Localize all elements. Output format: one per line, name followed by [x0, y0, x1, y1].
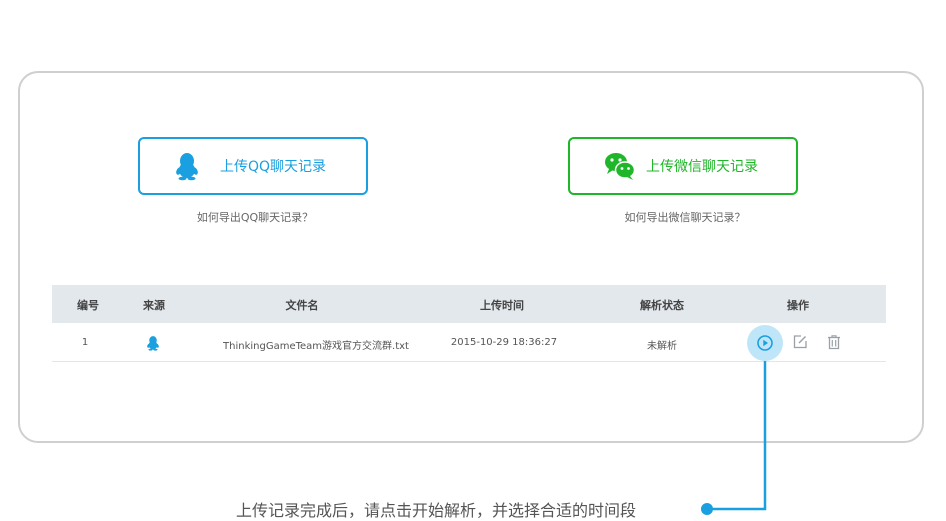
table-header: 编号 来源 文件名 上传时间 解析状态 操作: [52, 285, 886, 323]
row-id: 1: [81, 337, 89, 348]
column-header-filename: 文件名: [285, 299, 319, 312]
play-icon: [757, 335, 773, 351]
row-filename: ThinkingGameTeam游戏官方交流群.txt: [223, 341, 409, 352]
upload-panel: [18, 71, 924, 443]
wechat-icon: [604, 151, 636, 181]
upload-wechat-label: 上传微信聊天记录: [646, 159, 758, 175]
column-header-status: 解析状态: [640, 299, 684, 312]
start-parse-button[interactable]: [747, 325, 783, 361]
qq-export-help-link[interactable]: 如何导出QQ聊天记录？: [140, 209, 370, 225]
row-upload-time: 2015-10-29 18:36:27: [450, 337, 558, 348]
column-header-id: 编号: [77, 299, 99, 312]
wechat-export-help-link[interactable]: 如何导出微信聊天记录？: [570, 209, 800, 225]
upload-qq-label: 上传QQ聊天记录: [220, 159, 327, 175]
trash-icon: [828, 335, 840, 350]
qq-penguin-icon: [145, 334, 161, 355]
delete-button[interactable]: [825, 333, 843, 351]
column-header-upload-time: 上传时间: [480, 299, 524, 312]
column-header-actions: 操作: [787, 299, 809, 312]
edit-icon: [793, 335, 807, 349]
connector-dot: [701, 503, 713, 515]
upload-wechat-button[interactable]: 上传微信聊天记录: [568, 137, 798, 195]
upload-qq-button[interactable]: 上传QQ聊天记录: [138, 137, 368, 195]
hint-text: 上传记录完成后，请点击开始解析，并选择合适的时间段: [236, 501, 637, 520]
qq-penguin-icon: [172, 151, 202, 181]
column-header-source: 来源: [143, 299, 165, 312]
table-row: 1 ThinkingGameTeam游戏官方交流群.txt 2015-10-29…: [52, 323, 886, 362]
edit-button[interactable]: [791, 333, 809, 351]
row-status: 未解析: [647, 341, 677, 352]
